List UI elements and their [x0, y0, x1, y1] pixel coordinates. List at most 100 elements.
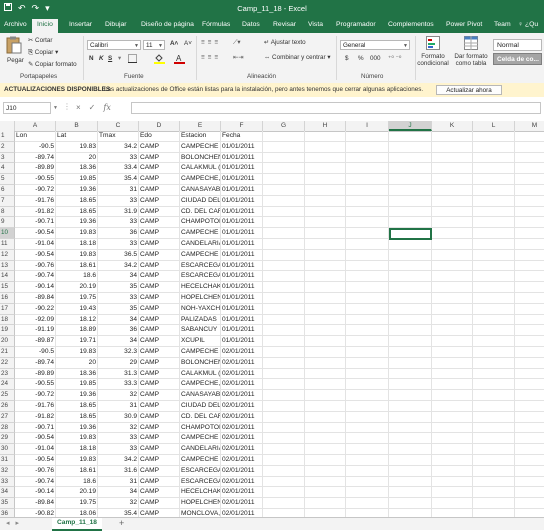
cell[interactable]: 01/01/2011 [221, 239, 263, 250]
cell[interactable] [263, 401, 305, 412]
cell[interactable] [515, 196, 544, 207]
row-header[interactable]: 25 [0, 390, 15, 401]
cell[interactable] [346, 174, 389, 185]
cell[interactable] [389, 249, 432, 261]
cell[interactable] [389, 314, 432, 326]
cell[interactable] [515, 423, 544, 434]
cell[interactable]: 02/01/2011 [221, 379, 263, 391]
cell[interactable] [473, 271, 515, 283]
cell[interactable] [389, 217, 432, 229]
cell[interactable] [305, 131, 346, 142]
cell[interactable]: 36 [98, 228, 139, 239]
cell[interactable]: 01/01/2011 [221, 282, 263, 293]
cell[interactable] [305, 476, 346, 488]
cell[interactable] [263, 293, 305, 304]
cell[interactable] [432, 163, 473, 175]
cell[interactable]: CAMP [139, 249, 180, 261]
cell[interactable] [389, 174, 432, 185]
cell[interactable] [473, 465, 515, 477]
cell[interactable]: HOPELCHEN [180, 293, 221, 304]
cell[interactable]: 31.3 [98, 368, 139, 380]
cell[interactable]: CAMP [139, 228, 180, 239]
cell[interactable]: 01/01/2011 [221, 217, 263, 229]
cell[interactable] [515, 466, 544, 477]
cell[interactable] [346, 379, 389, 391]
cell[interactable] [263, 249, 305, 261]
cell[interactable]: CAMP [139, 390, 180, 401]
cell[interactable]: 19.83 [56, 249, 98, 261]
cell[interactable]: Lon [15, 131, 56, 142]
cell[interactable]: CD. DEL CARI [180, 411, 221, 423]
cell[interactable]: CAMP [139, 444, 180, 455]
style-normal[interactable]: Normal [493, 39, 542, 51]
cell[interactable] [389, 141, 432, 153]
cell[interactable]: 18.18 [56, 239, 98, 250]
cell[interactable]: 34 [98, 336, 139, 347]
cell[interactable] [305, 239, 346, 250]
row-header[interactable]: 3 [0, 152, 15, 164]
row-header[interactable]: 5 [0, 174, 15, 185]
cell[interactable]: CAMP [139, 498, 180, 509]
cell[interactable] [515, 444, 544, 455]
tab-archivo[interactable]: Archivo [4, 21, 27, 28]
column-header-i[interactable]: I [346, 121, 389, 131]
tab-revisar[interactable]: Revisar [273, 21, 296, 28]
cell[interactable] [389, 368, 432, 380]
cell[interactable]: -90.54 [15, 433, 56, 445]
cell[interactable] [346, 368, 389, 380]
paste-button[interactable]: Pegar [4, 36, 24, 68]
cell[interactable]: CANASAYAB [180, 390, 221, 401]
cell[interactable] [263, 357, 305, 369]
cell[interactable] [432, 498, 473, 509]
cell[interactable] [263, 239, 305, 250]
cell[interactable]: 19.36 [56, 185, 98, 196]
cell[interactable]: 18.65 [56, 411, 98, 423]
cell[interactable]: CAMPECHE [180, 347, 221, 358]
cell[interactable]: -89.74 [15, 152, 56, 164]
cell[interactable] [432, 260, 473, 272]
cell[interactable]: 19.36 [56, 422, 98, 434]
fill-color-icon[interactable] [154, 53, 165, 66]
cell[interactable]: ESCARCEGA, [180, 260, 221, 272]
cell[interactable] [305, 336, 346, 347]
cell[interactable]: 01/01/2011 [221, 325, 263, 337]
cell[interactable]: 33 [98, 433, 139, 445]
cell[interactable] [263, 185, 305, 196]
cell[interactable]: ESCARCEGA [180, 271, 221, 283]
cell[interactable]: 20.19 [56, 282, 98, 293]
cell[interactable]: CAMP [139, 314, 180, 326]
cell[interactable] [263, 390, 305, 401]
cell[interactable]: 33 [98, 444, 139, 455]
cell[interactable] [389, 271, 432, 283]
cell[interactable]: 01/01/2011 [221, 206, 263, 218]
align-top-icons[interactable]: ≡≡≡ [201, 39, 221, 46]
cell[interactable] [263, 217, 305, 229]
cell[interactable]: 36 [98, 325, 139, 337]
cell[interactable]: 01/01/2011 [221, 271, 263, 283]
cell[interactable] [515, 131, 544, 142]
cell[interactable]: -90.14 [15, 282, 56, 293]
chevron-down-icon[interactable]: ▾ [118, 55, 121, 62]
cell[interactable]: 18.61 [56, 465, 98, 477]
cell[interactable]: 01/01/2011 [221, 336, 263, 347]
cell[interactable]: CAMP [139, 141, 180, 153]
cell[interactable]: 18.12 [56, 314, 98, 326]
cell[interactable]: 33.3 [98, 379, 139, 391]
row-header[interactable]: 17 [0, 303, 15, 315]
cell[interactable] [515, 487, 544, 499]
cell[interactable]: 01/01/2011 [221, 185, 263, 196]
shrink-font-button[interactable]: A˅ [184, 40, 192, 47]
cell[interactable]: -90.55 [15, 174, 56, 185]
tab-team[interactable]: Team [494, 21, 511, 28]
cell[interactable] [515, 358, 544, 369]
cell[interactable] [432, 433, 473, 445]
cell[interactable]: HECELCHAKA [180, 487, 221, 499]
cell[interactable] [263, 422, 305, 434]
cell[interactable]: 02/01/2011 [221, 433, 263, 445]
tab-diseno-pagina[interactable]: Diseño de página [141, 21, 194, 28]
cell[interactable]: -90.74 [15, 476, 56, 488]
grow-font-button[interactable]: A˄ [170, 40, 178, 47]
cell[interactable] [389, 206, 432, 218]
wrap-text-button[interactable]: ↵ Ajustar texto [264, 39, 306, 46]
cell[interactable] [263, 498, 305, 509]
